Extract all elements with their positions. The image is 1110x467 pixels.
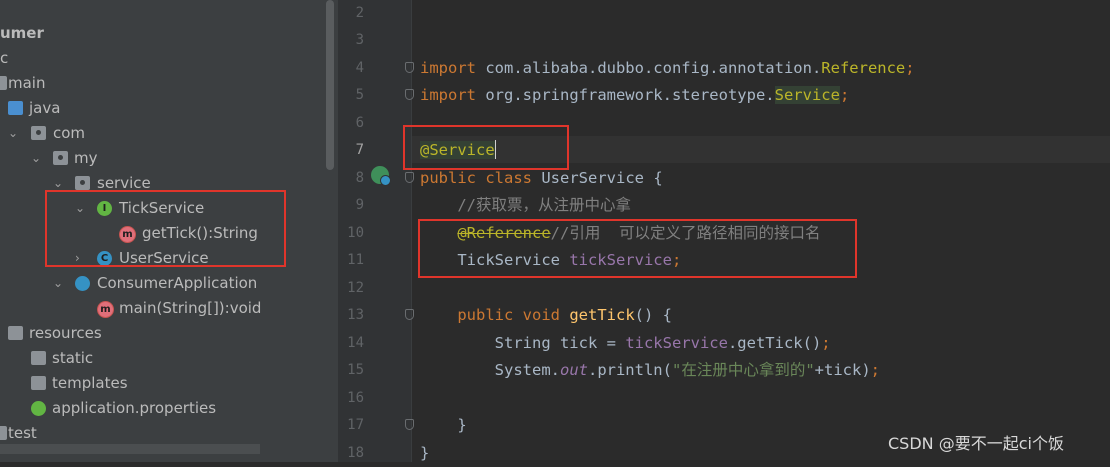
project-tree-panel: umer c main java ⌄ com ⌄ my ⌄ service ⌄ … [0,0,338,462]
line-number: 13 [347,307,364,323]
package-icon [53,151,68,165]
tree-node-label: templates [52,374,128,392]
fold-marker-icon[interactable] [405,62,414,73]
code-line-17: } [420,416,467,434]
tree-node-label: resources [29,324,102,342]
line-number: 6 [355,115,364,131]
folder-icon [0,426,7,440]
line-number: 10 [347,225,364,241]
keyword-import: import [420,59,476,77]
spring-boot-class-icon [75,276,90,291]
class-declaration: UserService { [532,169,663,187]
line-number: 15 [347,362,364,378]
tree-node-label: main [8,74,46,92]
line-number: 8 [355,170,364,186]
line-number-current: 7 [355,142,364,158]
static-field: out [559,361,588,379]
highlight-box-service-annotation [403,125,569,170]
keyword-class: class [476,169,532,187]
tree-node-label: my [74,149,98,167]
line-number: 5 [355,87,364,103]
semicolon: ; [905,59,915,77]
spring-properties-icon [31,401,46,416]
method-signature-rest: () { [634,306,672,324]
chevron-down-icon[interactable]: ⌄ [31,146,41,171]
method-call: .getTick() [727,334,822,352]
keyword-public: public [457,306,514,324]
import-class: Service [774,86,840,104]
line-number: 18 [347,445,364,461]
tree-node-label: ConsumerApplication [97,274,258,292]
chevron-down-icon[interactable]: ⌄ [8,121,18,146]
string-literal: "在注册中心拿到的" [671,361,815,379]
code-editor[interactable]: import com.alibaba.dubbo.config.annotati… [420,0,915,462]
line-number: 12 [347,280,364,296]
line-number: 17 [347,417,364,433]
tree-node-label: java [29,99,61,117]
method-call: .println( [587,361,672,379]
horizontal-scrollbar[interactable] [0,444,260,454]
line-number: 2 [355,5,364,21]
code-line-4: import com.alibaba.dubbo.config.annotati… [420,55,915,82]
line-number: 3 [355,32,364,48]
code-line-15: System.out.println("在注册中心拿到的"+tick); [420,357,880,384]
method-name: getTick [569,306,635,324]
statement-text: System. [420,361,560,379]
code-line-9: //获取票，从注册中心拿 [420,196,631,214]
code-line-13: public void getTick() { [420,302,672,329]
tree-node-label: main(String[]):void [119,299,262,317]
watermark: CSDN @要不一起ci个饭 [888,434,1064,453]
line-number: 11 [347,252,364,268]
chevron-down-icon[interactable]: ⌄ [53,271,63,296]
code-line-14: String tick = tickService.getTick(); [420,330,831,357]
code-line-18: } [420,444,430,462]
keyword-void: void [513,306,570,324]
code-line-5: import org.springframework.stereotype.Se… [420,82,849,109]
source-folder-icon [8,101,23,115]
field-name: tickService [625,334,728,352]
line-number: 4 [355,60,364,76]
package-path: org.springframework.stereotype. [476,86,775,104]
semicolon: ; [821,334,831,352]
statement-text: String tick = [420,334,626,352]
fold-marker-icon[interactable] [405,172,414,183]
package-icon [31,126,46,140]
implements-gutter-icon[interactable] [371,166,391,186]
folder-icon [31,351,46,365]
package-icon [75,176,90,190]
resources-folder-icon [8,326,23,340]
semicolon: ; [870,361,880,379]
tree-node-label: umer [0,24,44,42]
tree-node-label: com [53,124,86,142]
package-path: com.alibaba.dubbo.config.annotation. [476,59,822,77]
semicolon: ; [839,86,850,104]
vertical-scrollbar[interactable] [326,0,334,170]
highlight-box-reference-field [418,219,857,278]
tree-node-label: application.properties [52,399,217,417]
folder-icon [0,76,7,90]
fold-marker-icon[interactable] [405,419,414,430]
method-icon: m [97,301,114,318]
fold-marker-icon[interactable] [405,89,414,100]
statement-text: +tick) [814,361,871,379]
line-number: 9 [355,197,364,213]
folder-icon [31,376,46,390]
tree-node-label: static [52,349,94,367]
keyword-import: import [420,86,476,104]
import-class: Reference [821,59,906,77]
tree-node-label: c [0,49,9,67]
line-number: 14 [347,335,364,351]
line-number: 16 [347,390,364,406]
highlight-box-tickservice [45,190,286,267]
fold-marker-icon[interactable] [405,309,414,320]
tree-node-label: test [8,424,37,442]
keyword-public: public [420,169,476,187]
